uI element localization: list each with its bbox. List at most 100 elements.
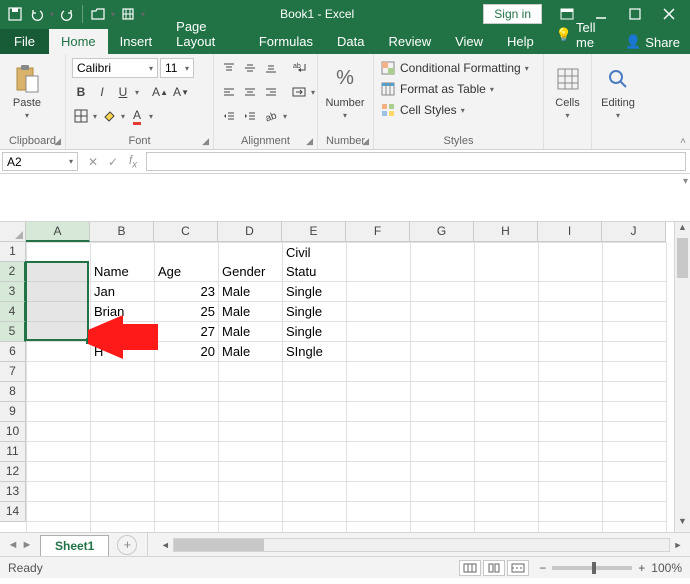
cell-F9[interactable] bbox=[347, 422, 411, 442]
row-header-6[interactable]: 6 bbox=[0, 342, 26, 362]
cell-E5[interactable]: SIngle bbox=[283, 342, 347, 362]
zoom-out-button[interactable]: − bbox=[539, 561, 546, 575]
increase-indent-button[interactable] bbox=[241, 107, 259, 125]
cell-E14[interactable] bbox=[283, 522, 347, 533]
cell-H6[interactable] bbox=[475, 362, 539, 382]
bold-button[interactable]: B bbox=[72, 83, 90, 101]
column-header-E[interactable]: E bbox=[282, 222, 346, 242]
cell-D9[interactable] bbox=[219, 422, 283, 442]
tab-help[interactable]: Help bbox=[495, 29, 546, 54]
cell-B13[interactable] bbox=[91, 502, 155, 522]
cell-H12[interactable] bbox=[475, 482, 539, 502]
tab-file[interactable]: File bbox=[0, 29, 49, 54]
fill-color-dropdown[interactable]: ▾ bbox=[121, 112, 125, 121]
cell-A5[interactable] bbox=[27, 342, 91, 362]
cell-C5[interactable]: 20 bbox=[155, 342, 219, 362]
cell-H4[interactable] bbox=[475, 322, 539, 342]
cell-G9[interactable] bbox=[411, 422, 475, 442]
cell-J7[interactable] bbox=[603, 382, 667, 402]
cell-F5[interactable] bbox=[347, 342, 411, 362]
cell-F12[interactable] bbox=[347, 482, 411, 502]
cell-H3[interactable] bbox=[475, 302, 539, 322]
cell-A6[interactable] bbox=[27, 362, 91, 382]
cell-C1[interactable]: Age bbox=[155, 243, 219, 282]
cell-E11[interactable] bbox=[283, 462, 347, 482]
font-color-dropdown[interactable]: ▾ bbox=[149, 112, 153, 121]
tab-view[interactable]: View bbox=[443, 29, 495, 54]
open-dropdown-icon[interactable]: ▾ bbox=[111, 10, 115, 19]
align-bottom-button[interactable] bbox=[262, 59, 280, 77]
cell-J8[interactable] bbox=[603, 402, 667, 422]
decrease-indent-button[interactable] bbox=[220, 107, 238, 125]
cell-G12[interactable] bbox=[411, 482, 475, 502]
qat-customize-icon[interactable]: ▾ bbox=[141, 10, 145, 19]
borders-dropdown[interactable]: ▾ bbox=[93, 112, 97, 121]
cell-J5[interactable] bbox=[603, 342, 667, 362]
column-header-I[interactable]: I bbox=[538, 222, 602, 242]
alignment-dialog-launcher[interactable]: ◢ bbox=[306, 136, 313, 147]
cell-J4[interactable] bbox=[603, 322, 667, 342]
maximize-button[interactable] bbox=[618, 0, 652, 28]
cell-G7[interactable] bbox=[411, 382, 475, 402]
scroll-up-button[interactable]: ▲ bbox=[675, 222, 690, 238]
cell-A1[interactable] bbox=[27, 243, 91, 282]
cell-D3[interactable]: Male bbox=[219, 302, 283, 322]
cell-J1[interactable] bbox=[603, 243, 667, 282]
column-headers[interactable]: ABCDEFGHIJ bbox=[26, 222, 666, 242]
sheet-tab-active[interactable]: Sheet1 bbox=[40, 535, 109, 556]
cell-G5[interactable] bbox=[411, 342, 475, 362]
cell-E9[interactable] bbox=[283, 422, 347, 442]
number-format-button[interactable]: % Number ▾ bbox=[324, 58, 366, 124]
cell-G13[interactable] bbox=[411, 502, 475, 522]
row-header-11[interactable]: 11 bbox=[0, 442, 26, 462]
cell-styles-button[interactable]: Cell Styles ▾ bbox=[380, 100, 529, 120]
scroll-right-button[interactable]: ► bbox=[670, 540, 686, 550]
cell-B8[interactable] bbox=[91, 402, 155, 422]
number-dropdown-icon[interactable]: ▾ bbox=[343, 111, 347, 120]
cell-E12[interactable] bbox=[283, 482, 347, 502]
open-icon[interactable] bbox=[89, 5, 107, 23]
cell-C12[interactable] bbox=[155, 482, 219, 502]
vertical-scrollbar[interactable]: ▲ ▼ bbox=[674, 222, 690, 532]
view-page-layout-button[interactable] bbox=[483, 560, 505, 576]
cell-B5[interactable]: H bbox=[91, 342, 155, 362]
cell-C14[interactable] bbox=[155, 522, 219, 533]
cell-F10[interactable] bbox=[347, 442, 411, 462]
cell-I10[interactable] bbox=[539, 442, 603, 462]
align-center-button[interactable] bbox=[241, 83, 259, 101]
cell-I1[interactable] bbox=[539, 243, 603, 282]
cell-D2[interactable]: Male bbox=[219, 282, 283, 302]
cell-C10[interactable] bbox=[155, 442, 219, 462]
column-header-J[interactable]: J bbox=[602, 222, 666, 242]
cell-I13[interactable] bbox=[539, 502, 603, 522]
column-header-B[interactable]: B bbox=[90, 222, 154, 242]
cell-F4[interactable] bbox=[347, 322, 411, 342]
cells-area[interactable]: NameAgeGenderCivil StatuJan23MaleSingleB… bbox=[26, 242, 667, 532]
sheet-nav-prev[interactable]: ◄ bbox=[6, 539, 20, 551]
cell-I6[interactable] bbox=[539, 362, 603, 382]
row-header-1[interactable]: 1 bbox=[0, 242, 26, 262]
font-dialog-launcher[interactable]: ◢ bbox=[202, 136, 209, 147]
cell-D7[interactable] bbox=[219, 382, 283, 402]
cell-B7[interactable] bbox=[91, 382, 155, 402]
zoom-in-button[interactable]: + bbox=[638, 561, 645, 575]
underline-dropdown[interactable]: ▾ bbox=[135, 88, 139, 97]
cancel-formula-icon[interactable]: ✕ bbox=[84, 155, 102, 169]
cell-I11[interactable] bbox=[539, 462, 603, 482]
cell-D10[interactable] bbox=[219, 442, 283, 462]
merge-center-button[interactable] bbox=[290, 83, 308, 101]
row-header-8[interactable]: 8 bbox=[0, 382, 26, 402]
font-name-combo[interactable]: Calibri▾ bbox=[72, 58, 158, 78]
cell-I2[interactable] bbox=[539, 282, 603, 302]
cell-D8[interactable] bbox=[219, 402, 283, 422]
row-header-9[interactable]: 9 bbox=[0, 402, 26, 422]
cell-B4[interactable]: Jack bbox=[91, 322, 155, 342]
share-button[interactable]: 👤Share bbox=[615, 30, 690, 54]
name-box-dropdown-icon[interactable]: ▾ bbox=[69, 157, 73, 166]
tab-insert[interactable]: Insert bbox=[108, 29, 165, 54]
underline-button[interactable]: U bbox=[114, 83, 132, 101]
tab-home[interactable]: Home bbox=[49, 29, 108, 54]
worksheet-grid[interactable]: ABCDEFGHIJ 1234567891011121314 NameAgeGe… bbox=[0, 222, 690, 532]
row-header-3[interactable]: 3 bbox=[0, 282, 26, 302]
cell-J14[interactable] bbox=[603, 522, 667, 533]
